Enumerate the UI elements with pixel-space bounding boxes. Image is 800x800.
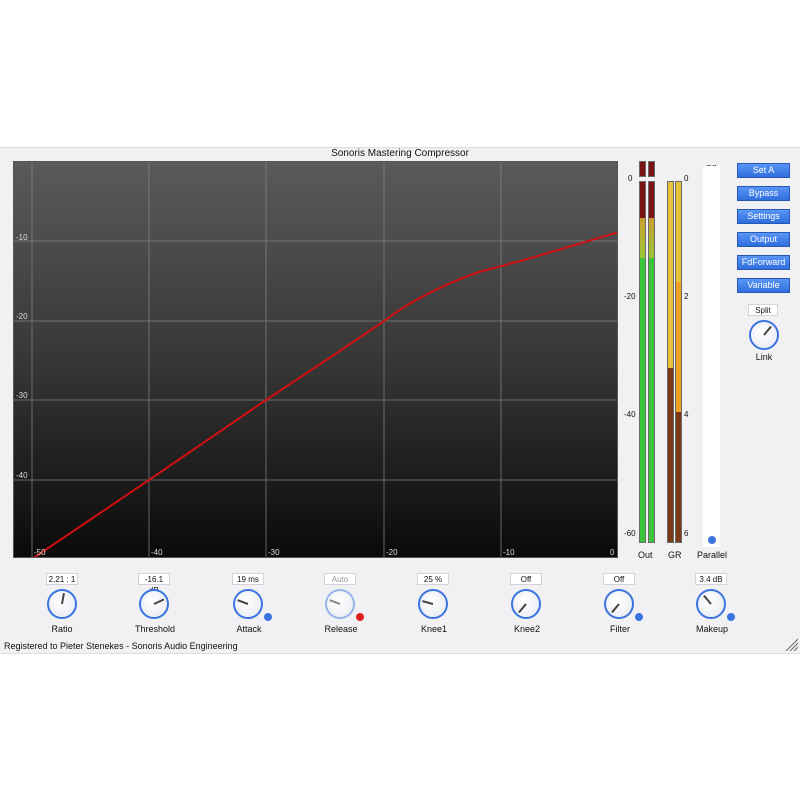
x-label-30: -30 — [268, 548, 280, 557]
knee2-label: Knee2 — [513, 624, 541, 634]
knee1-knob[interactable] — [418, 589, 448, 619]
transfer-curve — [33, 231, 617, 557]
release-label: Release — [324, 624, 358, 634]
knee1-label: Knee1 — [420, 624, 448, 634]
x-label-50: -50 — [34, 548, 46, 557]
link-knob[interactable] — [749, 320, 779, 350]
out-meter-label: Out — [638, 550, 653, 560]
attack-label: Attack — [236, 624, 262, 634]
makeup-knob[interactable] — [696, 589, 726, 619]
knee2-knob[interactable] — [511, 589, 541, 619]
parallel-slider-track[interactable] — [703, 166, 720, 547]
makeup-value: 3.4 dB — [695, 573, 727, 585]
out-meter-right-peak — [648, 161, 655, 177]
set-a-button[interactable]: Set A — [737, 163, 790, 178]
transfer-curve-graph: -10 -20 -30 -40 -50 -40 -30 -20 -10 0 — [13, 161, 618, 558]
out-meter-left-peak — [639, 161, 646, 177]
knee1-value: 25 % — [417, 573, 449, 585]
gr-scale-4: 4 — [684, 410, 689, 419]
threshold-label: Threshold — [134, 624, 176, 634]
x-label-0: 0 — [610, 548, 615, 557]
bypass-button[interactable]: Bypass — [737, 186, 790, 201]
gr-scale-0: 0 — [684, 174, 689, 183]
x-label-40: -40 — [151, 548, 163, 557]
knee2-value: Off — [510, 573, 542, 585]
fdforward-button[interactable]: FdForward — [737, 255, 790, 270]
graph-grid — [14, 162, 617, 557]
y-label-40: -40 — [16, 471, 28, 480]
registration-text: Registered to Pieter Stenekes - Sonoris … — [4, 641, 238, 651]
makeup-label: Makeup — [695, 624, 729, 634]
out-meter-left — [639, 181, 646, 543]
gr-meter-left — [667, 181, 674, 543]
attack-value: 19 ms — [232, 573, 264, 585]
out-scale-20: -20 — [624, 292, 636, 301]
filter-value: Off — [603, 573, 635, 585]
parallel-label: Parallel — [697, 550, 728, 560]
link-value: Split — [748, 304, 778, 316]
filter-label: Filter — [610, 624, 630, 634]
settings-button[interactable]: Settings — [737, 209, 790, 224]
x-label-20: -20 — [386, 548, 398, 557]
y-label-30: -30 — [16, 391, 28, 400]
filter-link-dot[interactable] — [635, 613, 643, 621]
threshold-knob[interactable] — [139, 589, 169, 619]
threshold-value: -16.1 dB — [138, 573, 170, 595]
release-knob[interactable] — [325, 589, 355, 619]
attack-knob[interactable] — [233, 589, 263, 619]
parallel-slider-handle[interactable] — [708, 536, 716, 544]
gr-scale-2: 2 — [684, 292, 689, 301]
attack-link-dot[interactable] — [264, 613, 272, 621]
gr-meter-label: GR — [668, 550, 682, 560]
ratio-label: Ratio — [51, 624, 73, 634]
out-scale-40: -40 — [624, 410, 636, 419]
gr-meter-right — [675, 181, 682, 543]
x-label-10: -10 — [503, 548, 515, 557]
y-label-20: -20 — [16, 312, 28, 321]
ratio-value: 2.21 : 1 — [46, 573, 78, 585]
out-scale-60: -60 — [624, 529, 636, 538]
release-value: Auto — [324, 573, 356, 585]
plugin-title: Sonoris Mastering Compressor — [331, 148, 469, 159]
y-label-10: -10 — [16, 233, 28, 242]
gr-scale-6: 6 — [684, 529, 689, 538]
output-button[interactable]: Output — [737, 232, 790, 247]
link-label: Link — [755, 352, 773, 362]
variable-button[interactable]: Variable — [737, 278, 790, 293]
makeup-link-dot[interactable] — [727, 613, 735, 621]
resize-grip-icon[interactable] — [784, 637, 798, 651]
release-auto-dot[interactable] — [356, 613, 364, 621]
ratio-knob[interactable] — [47, 589, 77, 619]
out-scale-0: 0 — [628, 174, 633, 183]
out-meter-right — [648, 181, 655, 543]
filter-knob[interactable] — [604, 589, 634, 619]
